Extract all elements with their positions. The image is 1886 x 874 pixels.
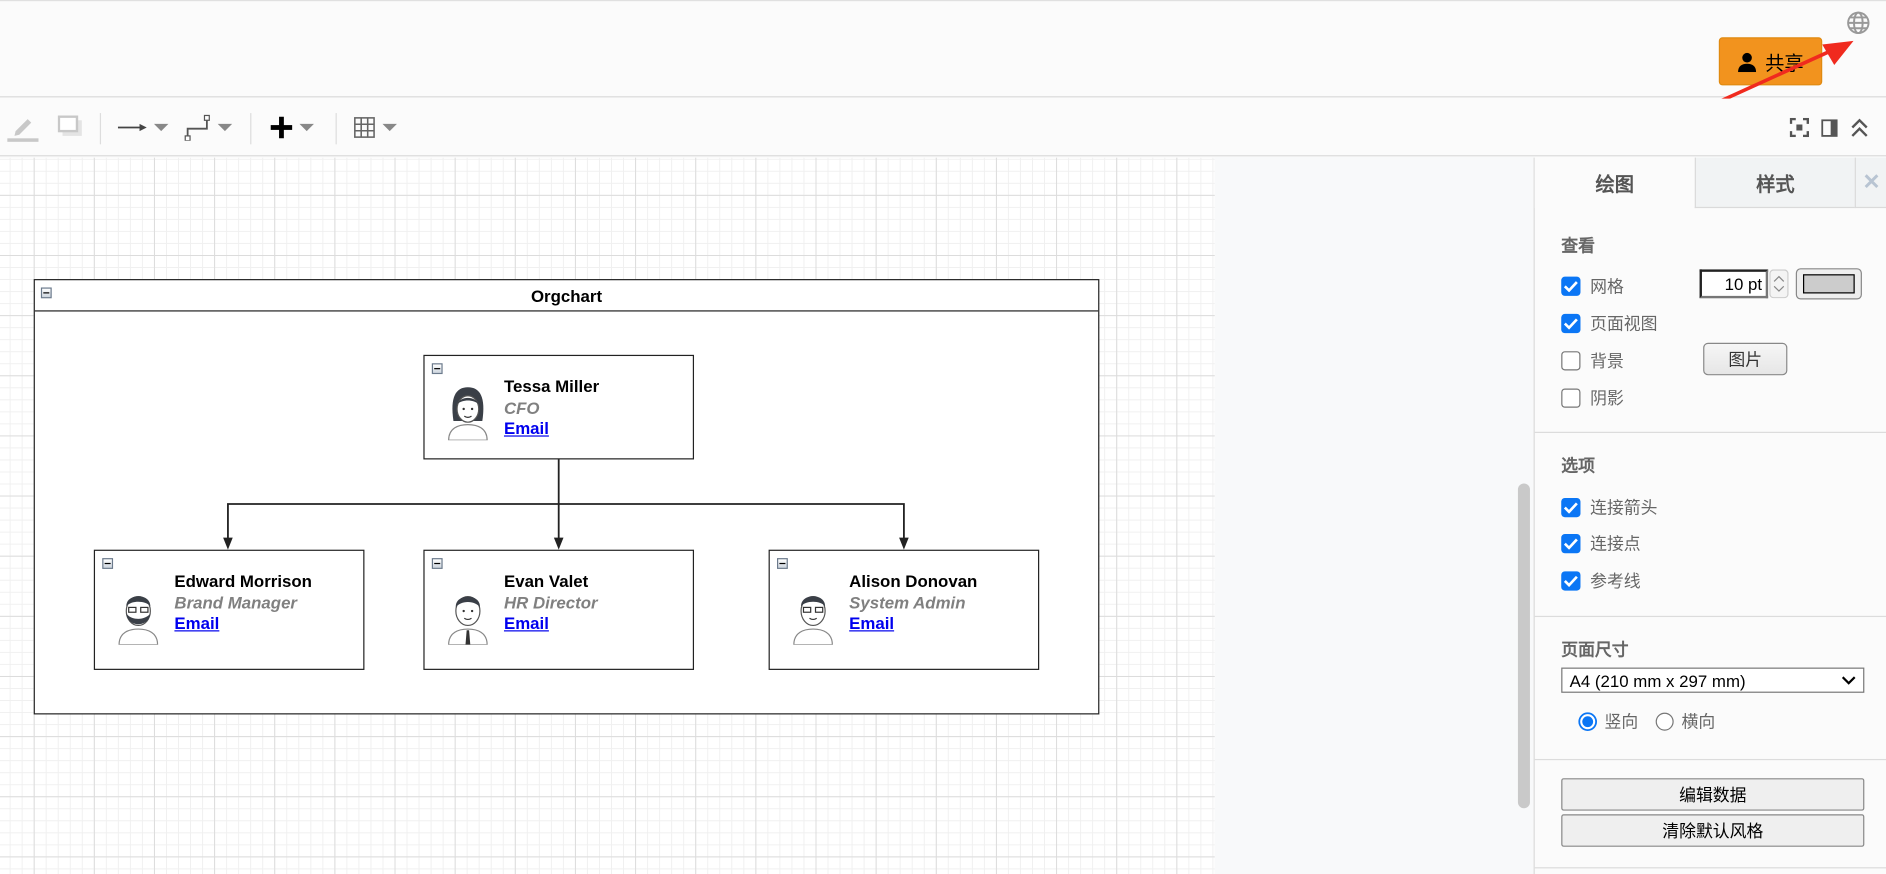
background-image-button[interactable]: 图片	[1703, 342, 1788, 376]
email-link[interactable]: Email	[849, 613, 977, 634]
page-size-select[interactable]: A4 (210 mm x 297 mm)	[1561, 667, 1865, 693]
close-panel-button[interactable]: ✕	[1854, 157, 1886, 209]
checkbox-checked-icon	[1561, 497, 1581, 518]
section-title-page-size: 页面尺寸	[1561, 639, 1629, 660]
portrait-radio[interactable]: 竖向	[1578, 710, 1638, 734]
grid-color-button[interactable]	[1795, 268, 1862, 300]
vertical-scrollbar[interactable]	[1517, 483, 1530, 809]
guides-checkbox[interactable]: 参考线	[1561, 569, 1641, 593]
grid-size-input[interactable]: 10 pt	[1699, 269, 1769, 299]
chevron-down-icon	[1841, 675, 1856, 685]
checkbox-unchecked-icon	[1561, 351, 1581, 371]
pencil-icon	[7, 119, 39, 142]
person-name: Tessa Miller	[503, 376, 600, 396]
fullscreen-button[interactable]	[1789, 113, 1810, 142]
man-avatar-icon	[448, 595, 488, 645]
email-link[interactable]: Email	[504, 419, 599, 440]
tab-style[interactable]: 样式	[1694, 157, 1855, 209]
checkbox-checked-icon	[1561, 571, 1581, 591]
waypoint-icon	[184, 114, 210, 141]
section-title-view: 查看	[1561, 235, 1595, 255]
grid-checkbox[interactable]: 网格	[1561, 274, 1624, 298]
collapse-icon[interactable]	[431, 363, 443, 375]
person-name: Evan Valet	[503, 571, 589, 591]
edit-data-button[interactable]: 编辑数据	[1561, 778, 1865, 811]
collapse-icon[interactable]	[431, 558, 443, 569]
radio-label: 横向	[1681, 712, 1716, 732]
collapse-icon[interactable]	[102, 558, 114, 569]
collapse-toolbar-button[interactable]	[1851, 113, 1868, 142]
globe-icon[interactable]	[1846, 11, 1870, 35]
email-link[interactable]: Email	[174, 613, 312, 634]
clear-default-style-button[interactable]: 清除默认风格	[1561, 814, 1865, 847]
checkbox-label: 连接箭头	[1590, 497, 1658, 518]
checkbox-unchecked-icon	[1561, 388, 1581, 408]
checkbox-label: 背景	[1590, 351, 1624, 371]
landscape-radio[interactable]: 横向	[1655, 710, 1715, 734]
shadow-icon	[57, 115, 82, 136]
connection-style-button[interactable]	[117, 113, 169, 142]
person-role: CFO	[503, 397, 540, 417]
close-icon: ✕	[1862, 169, 1881, 194]
connectors	[223, 458, 909, 550]
checkbox-label: 网格	[1590, 276, 1624, 296]
color-swatch	[1802, 274, 1855, 294]
org-card-child[interactable]: Evan Valet HR Director Email	[423, 549, 695, 670]
org-card-root[interactable]: Tessa Miller CFO Email	[423, 354, 695, 460]
person-role: System Admin	[849, 592, 966, 612]
person-name: Alison Donovan	[849, 571, 978, 591]
table-icon	[354, 117, 375, 138]
org-card-child[interactable]: Edward Morrison Brand Manager Email	[93, 549, 365, 670]
checkbox-checked-icon	[1561, 276, 1581, 296]
shadow-checkbox[interactable]: 阴影	[1561, 386, 1624, 410]
connection-arrows-checkbox[interactable]: 连接箭头	[1561, 496, 1657, 520]
fullscreen-icon	[1789, 117, 1810, 138]
person-role: Brand Manager	[174, 592, 297, 612]
top-bar	[0, 0, 1886, 98]
man-glasses-avatar-icon	[793, 595, 833, 645]
shadow-button[interactable]	[57, 113, 84, 142]
format-panel: 绘图 样式 ✕ 查看 网格 10 pt 页面视图 背景 图片 阴影 选项 连接箭…	[1533, 157, 1886, 874]
background-checkbox[interactable]: 背景	[1561, 349, 1624, 373]
line-color-button[interactable]	[7, 113, 39, 142]
plus-icon	[270, 116, 293, 139]
selected-value: A4 (210 mm x 297 mm)	[1569, 670, 1746, 690]
page-view-checkbox[interactable]: 页面视图	[1561, 312, 1657, 336]
radio-unselected-icon	[1655, 712, 1674, 731]
format-panel-button[interactable]	[1821, 113, 1838, 142]
format-panel-icon	[1821, 118, 1838, 137]
insert-button[interactable]	[270, 113, 314, 142]
checkbox-label: 页面视图	[1590, 313, 1658, 334]
drawing-canvas[interactable]: Orgchart Tessa Miller CFO Email Edward M…	[0, 157, 1534, 874]
person-role: HR Director	[503, 592, 598, 612]
checkbox-label: 阴影	[1590, 388, 1624, 408]
waypoints-button[interactable]	[184, 113, 233, 142]
radio-selected-icon	[1578, 712, 1598, 732]
checkbox-checked-icon	[1561, 534, 1581, 554]
table-button[interactable]	[354, 113, 397, 142]
collapse-icon[interactable]	[777, 558, 788, 569]
org-card-child[interactable]: Alison Donovan System Admin Email	[768, 549, 1040, 670]
email-link[interactable]: Email	[504, 613, 598, 634]
bearded-man-avatar-icon	[118, 595, 159, 645]
female-avatar-icon	[448, 387, 488, 441]
tab-diagram[interactable]: 绘图	[1534, 157, 1695, 209]
collapse-icon	[1851, 118, 1868, 137]
checkbox-label: 连接点	[1590, 534, 1641, 554]
arrow-icon	[117, 123, 147, 132]
grid-size-stepper[interactable]	[1769, 269, 1789, 299]
connection-points-checkbox[interactable]: 连接点	[1561, 532, 1641, 556]
person-name: Edward Morrison	[174, 571, 312, 591]
checkbox-checked-icon	[1561, 313, 1581, 334]
section-title-options: 选项	[1561, 455, 1595, 476]
toolbar	[0, 98, 1886, 157]
checkbox-label: 参考线	[1590, 571, 1641, 591]
radio-label: 竖向	[1604, 712, 1639, 732]
